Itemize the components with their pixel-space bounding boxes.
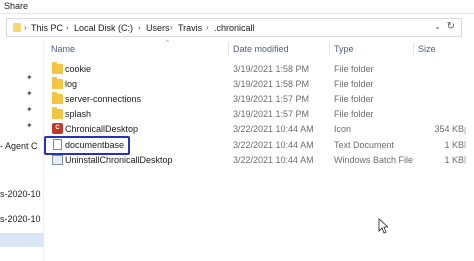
folder-icon xyxy=(52,107,63,119)
file-name: UninstallChronicallDesktop xyxy=(65,155,173,165)
chevron-down-icon[interactable]: ⌄ xyxy=(434,22,441,31)
file-name: log xyxy=(65,79,78,89)
column-header-date[interactable]: Date modified xyxy=(233,44,289,54)
breadcrumb-travis[interactable]: Travis xyxy=(178,23,202,33)
folder-icon xyxy=(52,92,63,104)
file-row[interactable]: UninstallChronicallDesktop 3/22/2021 10:… xyxy=(46,153,474,168)
file-type: File folder xyxy=(334,94,374,104)
column-headers: ^ Name Date modified Type Size xyxy=(46,40,474,58)
file-size: 354 KB xyxy=(434,124,464,134)
breadcrumb-chronicall[interactable]: .chronicall xyxy=(214,23,255,33)
file-name: server-connections xyxy=(65,94,142,104)
chevron-right-icon[interactable]: › xyxy=(206,23,209,32)
file-name: cookie xyxy=(65,64,92,74)
nav-item-selected[interactable] xyxy=(0,233,44,247)
pin-icon[interactable]: ✦ xyxy=(26,89,33,98)
chevron-right-icon[interactable]: › xyxy=(170,23,173,32)
chevron-right-icon[interactable]: › xyxy=(138,23,141,32)
file-size: 1 KB xyxy=(444,140,464,150)
column-divider[interactable] xyxy=(413,42,414,56)
column-header-name[interactable]: Name xyxy=(51,44,75,54)
address-input[interactable]: › This PC › Local Disk (C:) › Users › Tr… xyxy=(6,18,462,37)
file-date: 3/22/2021 10:44 AM xyxy=(233,140,314,150)
file-type: Icon xyxy=(334,124,352,134)
nav-item[interactable]: s-2020-10 xyxy=(0,189,41,199)
chevron-right-icon[interactable]: › xyxy=(24,23,27,32)
file-row[interactable]: server-connections 3/19/2021 1:57 PM Fil… xyxy=(46,92,474,107)
file-type: File folder xyxy=(334,109,374,119)
file-size: 1 KB xyxy=(444,155,464,165)
column-divider[interactable] xyxy=(329,42,330,56)
pin-icon[interactable]: ✦ xyxy=(26,73,33,82)
mouse-cursor-icon xyxy=(378,218,388,234)
nav-item[interactable]: s-2020-10 xyxy=(0,214,41,224)
ribbon-tab-share[interactable]: Share xyxy=(4,1,28,11)
selection-highlight xyxy=(44,136,130,155)
folder-icon xyxy=(13,23,21,32)
folder-icon xyxy=(52,62,63,74)
pin-icon[interactable]: ✦ xyxy=(26,121,33,130)
sort-caret-icon: ^ xyxy=(166,40,169,46)
address-bar: › This PC › Local Disk (C:) › Users › Tr… xyxy=(0,14,474,40)
breadcrumb-local-disk[interactable]: Local Disk (C:) xyxy=(74,23,133,33)
breadcrumb-this-pc[interactable]: This PC xyxy=(31,23,63,33)
file-date: 3/19/2021 1:57 PM xyxy=(233,109,310,119)
file-date: 3/19/2021 1:58 PM xyxy=(233,79,310,89)
file-date: 3/22/2021 10:44 AM xyxy=(233,155,314,165)
column-header-size[interactable]: Size xyxy=(418,44,436,54)
file-name: splash xyxy=(65,109,92,119)
column-header-type[interactable]: Type xyxy=(334,44,354,54)
file-type: Text Document xyxy=(334,140,395,150)
nav-item[interactable]: - Agent C xyxy=(0,141,38,151)
scroll-mark: | xyxy=(464,155,467,164)
file-row[interactable]: C ChronicallDesktop 3/22/2021 10:44 AM I… xyxy=(46,122,474,137)
column-divider[interactable] xyxy=(228,42,229,56)
file-date: 3/19/2021 1:58 PM xyxy=(233,64,310,74)
file-date: 3/22/2021 10:44 AM xyxy=(233,124,314,134)
file-type: File folder xyxy=(334,79,374,89)
file-date: 3/19/2021 1:57 PM xyxy=(233,94,310,104)
folder-icon xyxy=(52,77,63,89)
file-type: File folder xyxy=(334,64,374,74)
chevron-right-icon[interactable]: › xyxy=(66,23,69,32)
pin-icon[interactable]: ✦ xyxy=(26,105,33,114)
scroll-mark: | xyxy=(464,140,467,149)
scroll-mark: | xyxy=(464,126,467,135)
file-row[interactable]: cookie 3/19/2021 1:58 PM File folder xyxy=(46,62,474,77)
batch-file-icon xyxy=(52,155,63,165)
file-row[interactable]: splash 3/19/2021 1:57 PM File folder xyxy=(46,107,474,122)
ribbon: Share xyxy=(0,0,474,14)
breadcrumb-users[interactable]: Users xyxy=(146,23,170,33)
file-row[interactable]: log 3/19/2021 1:58 PM File folder xyxy=(46,77,474,92)
navigation-pane: ✦ ✦ ✦ ✦ - Agent C s-2020-10 s-2020-10 xyxy=(0,40,44,261)
refresh-icon[interactable]: ↻ xyxy=(447,21,455,32)
app-icon: C xyxy=(52,123,63,134)
file-type: Windows Batch File xyxy=(334,155,414,165)
file-name: ChronicallDesktop xyxy=(65,124,139,134)
